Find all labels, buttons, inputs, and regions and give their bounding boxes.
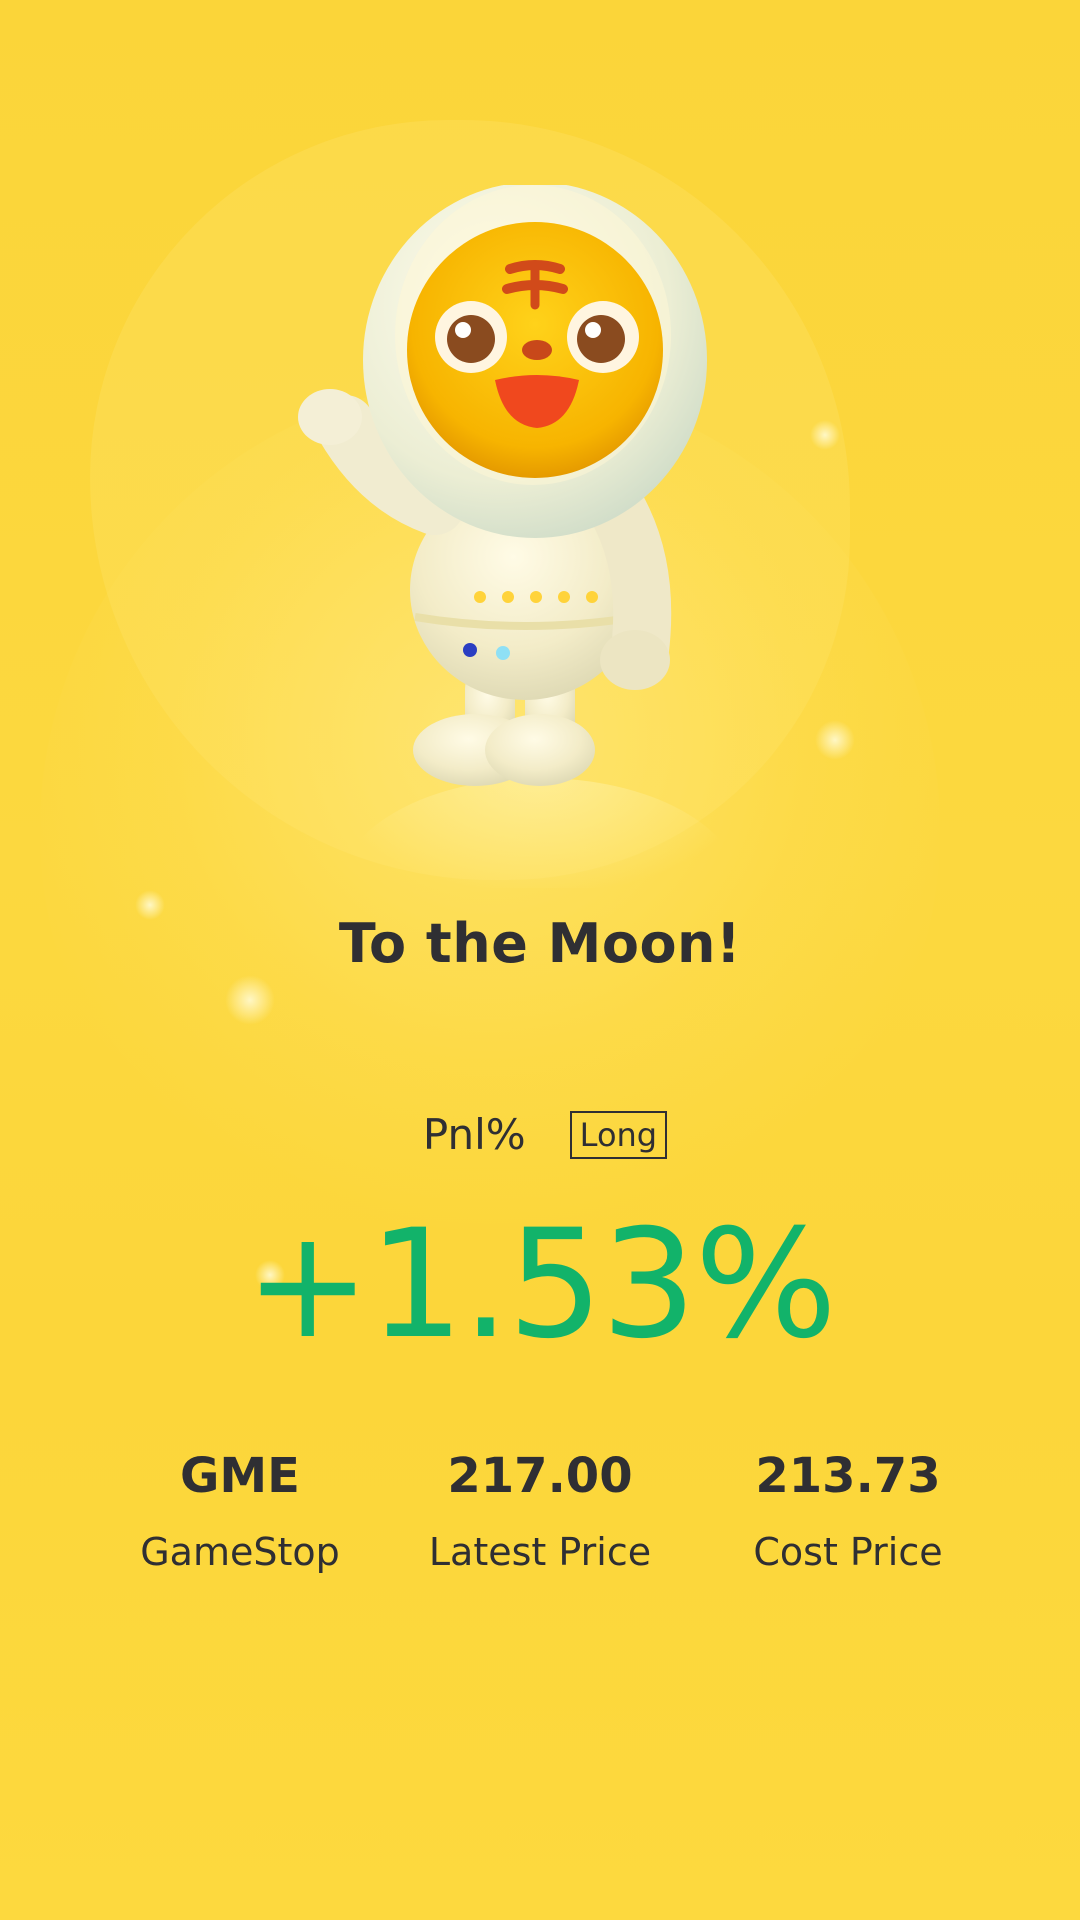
latest-price-value: 217.00 <box>447 1448 633 1504</box>
stat-symbol: GME GameStop <box>90 1440 390 1580</box>
cost-price-label: Cost Price <box>753 1530 943 1574</box>
position-side-badge: Long <box>569 1110 668 1159</box>
stat-cost-price: 213.73 Cost Price <box>698 1440 998 1580</box>
pnl-percent-value: +1.53% <box>244 1198 837 1372</box>
stock-name: GameStop <box>140 1530 340 1574</box>
sparkle <box>810 420 840 450</box>
stock-symbol: GME <box>180 1448 300 1504</box>
cost-price-value: 213.73 <box>755 1448 941 1504</box>
tiger-astronaut-mascot <box>298 185 707 786</box>
page-title: To the Moon! <box>338 912 742 975</box>
pnl-label: Pnl% <box>422 1110 526 1159</box>
stats-row: GME GameStop 217.00 Latest Price 213.73 … <box>0 1440 1080 1600</box>
pnl-header: Pnl% Long <box>0 1110 1080 1159</box>
latest-price-label: Latest Price <box>428 1530 652 1574</box>
stat-latest-price: 217.00 Latest Price <box>390 1440 690 1580</box>
sparkle <box>815 720 855 760</box>
sparkle <box>225 975 275 1025</box>
